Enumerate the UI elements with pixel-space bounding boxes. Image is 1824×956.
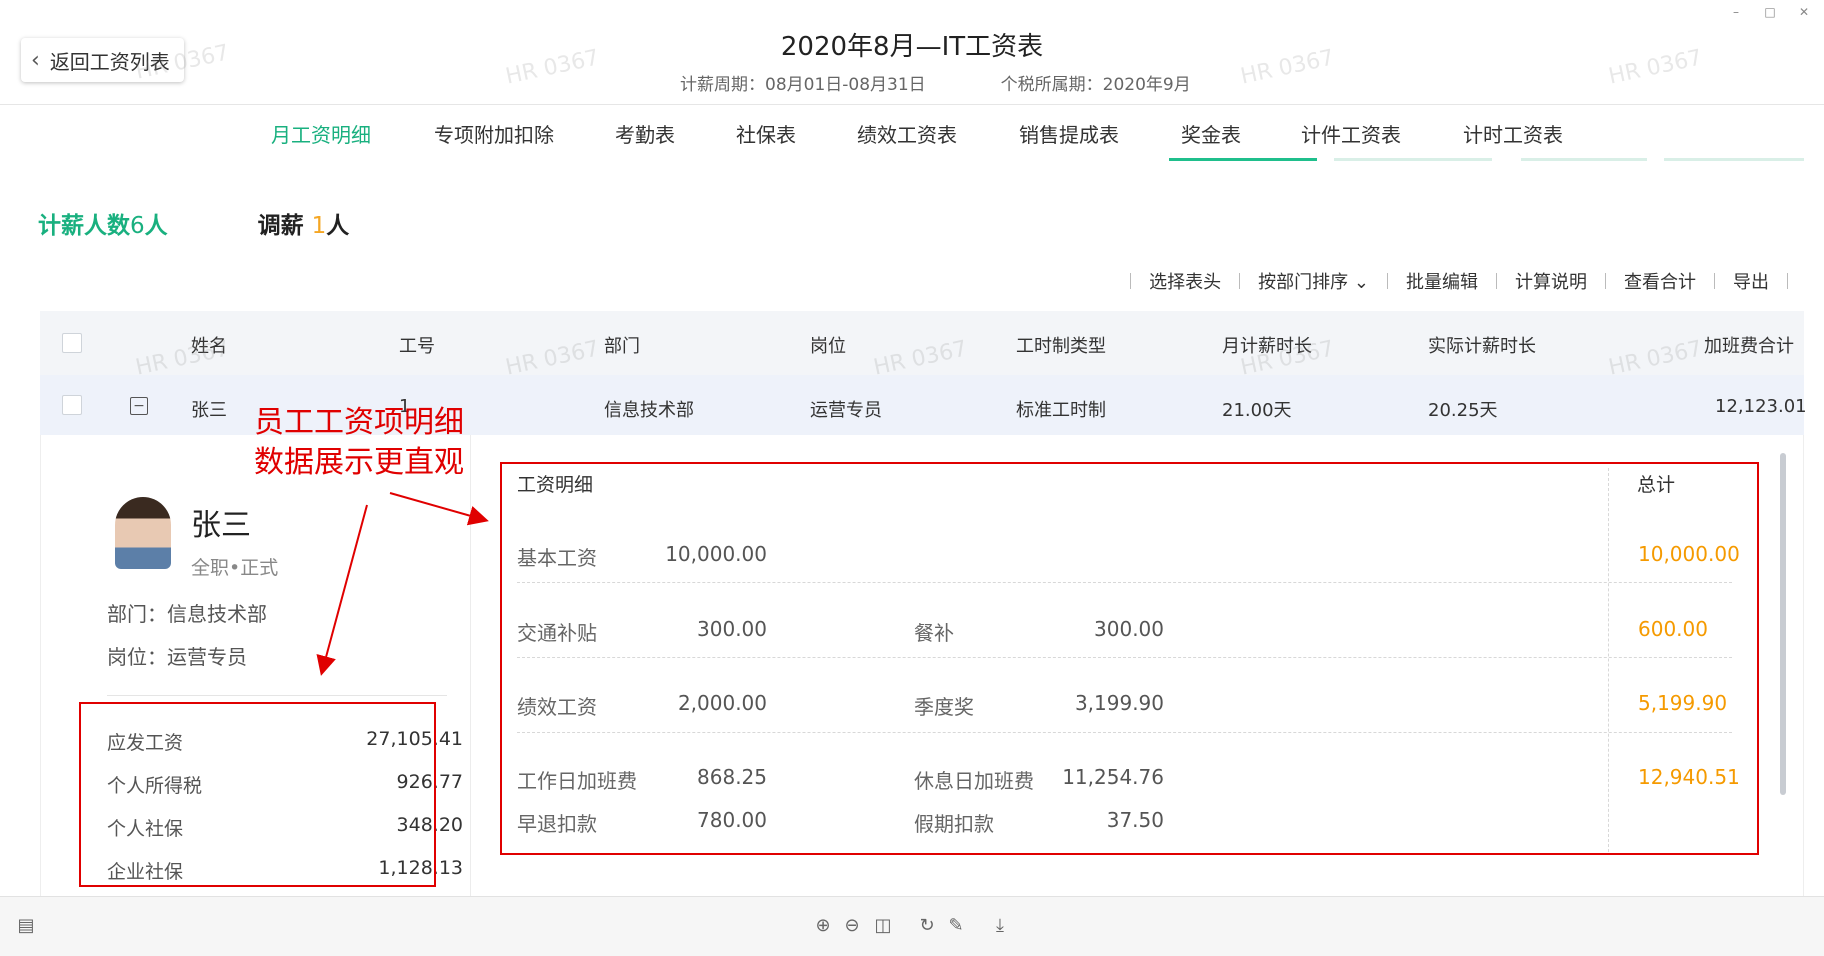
tab-piecework[interactable]: 计件工资表 (1301, 119, 1401, 148)
table-toolbar: 选择表头 按部门排序 ⌄ 批量编辑 计算说明 查看合计 导出 (1112, 268, 1806, 294)
col-actual-pay-days[interactable]: 实际计薪时长 (1428, 332, 1536, 358)
employee-position: 岗位：运营专员 (107, 645, 247, 669)
tab-monthly-detail[interactable]: 月工资明细 (271, 119, 371, 148)
select-header-button[interactable]: 选择表头 (1149, 268, 1221, 294)
tab-sales-commission[interactable]: 销售提成表 (1019, 119, 1119, 148)
select-all-checkbox[interactable] (62, 333, 82, 353)
view-total-button[interactable]: 查看合计 (1624, 268, 1696, 294)
salary-adjust-stat[interactable]: 调薪 1人 (258, 206, 350, 240)
batch-edit-button[interactable]: 批量编辑 (1406, 268, 1478, 294)
employee-name: 张三 (191, 508, 251, 543)
page-title: 2020年8月—IT工资表 (780, 32, 1044, 62)
divider (107, 695, 447, 696)
row-checkbox[interactable] (62, 395, 82, 415)
col-monthly-pay-days[interactable]: 月计薪时长 (1222, 332, 1312, 358)
window-controls: – □ ✕ (1730, 5, 1810, 19)
cell-department: 信息技术部 (604, 400, 694, 421)
tab-underline-faint (1334, 158, 1492, 161)
tab-underline-faint (1664, 158, 1804, 161)
cell-overtime-total: 12,123.01 (1715, 396, 1807, 417)
pay-period: 计薪周期：08月01日-08月31日 (680, 75, 926, 95)
col-name[interactable]: 姓名 (191, 332, 227, 358)
cell-actual-pay-days: 20.25天 (1428, 400, 1498, 421)
tab-attendance[interactable]: 考勤表 (615, 119, 675, 148)
tab-bar: 月工资明细 专项附加扣除 考勤表 社保表 绩效工资表 销售提成表 奖金表 计件工… (0, 105, 1824, 161)
col-overtime-total[interactable]: 加班费合计 (1704, 332, 1794, 358)
panel-toggle-icon[interactable]: ▤ (16, 915, 36, 936)
maximize-icon[interactable]: □ (1764, 5, 1776, 19)
col-employee-id[interactable]: 工号 (399, 332, 435, 358)
col-work-hour-type[interactable]: 工时制类型 (1016, 332, 1106, 358)
cell-position: 运营专员 (810, 400, 882, 421)
detail-highlight-box (500, 462, 1759, 855)
tax-period: 个税所属期：2020年9月 (1000, 75, 1191, 95)
tab-bonus[interactable]: 奖金表 (1181, 119, 1241, 148)
tab-social-security[interactable]: 社保表 (736, 119, 796, 148)
tab-special-deduction[interactable]: 专项附加扣除 (434, 119, 554, 148)
download-icon[interactable]: ⤓ (990, 915, 1010, 936)
payroll-stats: 计薪人数6人 调薪 1人 (38, 206, 349, 240)
window-header: – □ ✕ ‹ 返回工资列表 2020年8月—IT工资表 计薪周期：08月01日… (0, 0, 1824, 105)
zoom-in-icon[interactable]: ⊕ (813, 915, 833, 936)
viewer-toolbar: ▤ ⊕ ⊖ ◫ ↻ ✎ ⤓ (0, 896, 1824, 956)
headcount-stat: 计薪人数6人 (38, 213, 168, 239)
actual-size-icon[interactable]: ◫ (873, 915, 893, 936)
chevron-down-icon: ⌄ (1353, 272, 1369, 293)
collapse-icon[interactable]: − (130, 397, 148, 415)
edit-icon[interactable]: ✎ (946, 915, 966, 936)
tab-performance[interactable]: 绩效工资表 (857, 119, 957, 148)
annotation-text: 员工工资项明细 数据展示更直观 (254, 405, 464, 480)
cell-monthly-pay-days: 21.00天 (1222, 400, 1292, 421)
rotate-icon[interactable]: ↻ (917, 915, 937, 936)
avatar (115, 497, 171, 569)
minimize-icon[interactable]: – (1730, 5, 1742, 19)
calc-notes-button[interactable]: 计算说明 (1515, 268, 1587, 294)
tab-hourly[interactable]: 计时工资表 (1463, 119, 1563, 148)
zoom-out-icon[interactable]: ⊖ (842, 915, 862, 936)
cell-name: 张三 (191, 400, 227, 421)
table-header: 姓名 工号 部门 岗位 工时制类型 月计薪时长 实际计薪时长 加班费合计 (40, 311, 1804, 375)
col-department[interactable]: 部门 (604, 332, 640, 358)
employee-type: 全职•正式 (191, 557, 279, 579)
tab-underline-faint (1521, 158, 1647, 161)
employee-department: 部门：信息技术部 (107, 602, 267, 626)
detail-scrollbar[interactable] (1780, 453, 1786, 795)
period-info: 计薪周期：08月01日-08月31日 个税所属期：2020年9月 (680, 70, 1191, 95)
tab-underline (1169, 158, 1317, 161)
col-position[interactable]: 岗位 (810, 332, 846, 358)
cell-work-hour-type: 标准工时制 (1016, 400, 1106, 421)
sort-by-dept-dropdown[interactable]: 按部门排序 ⌄ (1258, 268, 1369, 294)
export-button[interactable]: 导出 (1733, 268, 1769, 294)
summary-highlight-box (79, 702, 436, 887)
close-icon[interactable]: ✕ (1798, 5, 1810, 19)
